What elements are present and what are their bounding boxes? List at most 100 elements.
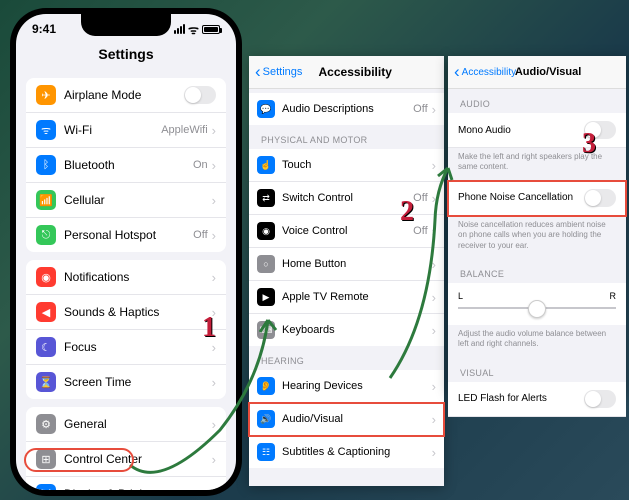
row-label: Bluetooth: [64, 158, 193, 172]
row-home-button[interactable]: ○Home Button›: [249, 248, 444, 281]
row-audio-visual[interactable]: 🔊Audio/Visual›: [249, 403, 444, 436]
balance-l: L: [458, 291, 463, 301]
focus-icon: ☾: [36, 337, 56, 357]
row-notifications[interactable]: ◉ Notifications›: [26, 260, 226, 295]
balance-slider[interactable]: [458, 307, 616, 309]
noise-cancellation-switch[interactable]: [584, 189, 616, 207]
row-label: Apple TV Remote: [282, 291, 432, 303]
row-apple-tv-remote[interactable]: ▶Apple TV Remote›: [249, 281, 444, 314]
mono-audio-row[interactable]: Mono Audio: [448, 113, 626, 148]
iphone-screen: 9:41 ᯤ Settings ✈ Airplane Mode ᯤ Wi-FiAppl…: [16, 14, 236, 490]
row-value: Off: [413, 192, 427, 204]
row-switch-control[interactable]: ⇄Switch ControlOff›: [249, 182, 444, 215]
chevron-icon: ›: [432, 445, 436, 460]
led-flash-row[interactable]: LED Flash for Alerts: [448, 382, 626, 417]
switch[interactable]: [184, 86, 216, 104]
signal-icon: [174, 24, 185, 34]
section-visual: VISUAL: [448, 358, 626, 382]
row-label: Control Center: [64, 452, 212, 466]
hearing-devices-icon: 👂: [257, 377, 275, 395]
row-label: Voice Control: [282, 225, 413, 237]
row-display-brightness[interactable]: AADisplay & Brightness›: [26, 477, 226, 490]
nav-title: Accessibility: [272, 65, 438, 79]
section-audio: AUDIO: [448, 89, 626, 113]
row-sounds-haptics[interactable]: ◀Sounds & Haptics›: [26, 295, 226, 330]
row-screen-time[interactable]: ⏳Screen Time›: [26, 365, 226, 399]
annotation-number-3: 3: [582, 128, 596, 160]
airplane-mode-icon: ✈: [36, 85, 56, 105]
audio-descriptions-icon: 💬: [257, 100, 275, 118]
chevron-icon: ›: [212, 452, 216, 467]
row-keyboards[interactable]: ⌨Keyboards›: [249, 314, 444, 346]
audio-visual-icon: 🔊: [257, 410, 275, 428]
row-value: On: [193, 159, 208, 171]
back-chevron-icon[interactable]: ‹: [454, 62, 460, 82]
row-label: Switch Control: [282, 192, 413, 204]
audio-visual-panel: ‹ Accessibility Audio/Visual AUDIO Mono …: [448, 56, 626, 392]
row-personal-hotspot[interactable]: ⎋Personal HotspotOff›: [26, 218, 226, 252]
row-label: Audio Descriptions: [282, 103, 413, 115]
row-label: Cellular: [64, 193, 212, 207]
settings-group-notifications: ◉Notifications›◀Sounds & Haptics›☾Focus›…: [26, 260, 226, 399]
row-hearing-devices[interactable]: 👂Hearing Devices›: [249, 370, 444, 403]
led-flash-label: LED Flash for Alerts: [458, 393, 547, 404]
bluetooth-icon: ᛒ: [36, 155, 56, 175]
status-indicators: ᯤ: [174, 21, 220, 38]
personal-hotspot-icon: ⎋: [36, 225, 56, 245]
row-cellular[interactable]: 📶Cellular›: [26, 183, 226, 218]
row-label: Airplane Mode: [64, 88, 184, 102]
cellular-icon: 📶: [36, 190, 56, 210]
row-wi-fi[interactable]: ᯤWi-FiAppleWifi›: [26, 113, 226, 148]
chevron-icon: ›: [432, 158, 436, 173]
row-voice-control[interactable]: ◉Voice ControlOff›: [249, 215, 444, 248]
annotation-number-2: 2: [400, 196, 414, 228]
row-label: Notifications: [64, 270, 212, 284]
iphone-frame: 9:41 ᯤ Settings ✈ Airplane Mode ᯤ Wi-FiAppl…: [10, 8, 242, 496]
section-hearing: HEARING: [249, 346, 444, 370]
row-general[interactable]: ⚙General›: [26, 407, 226, 442]
row-label: Wi-Fi: [64, 123, 161, 137]
noise-cancellation-row[interactable]: Phone Noise Cancellation: [448, 181, 626, 216]
subtitles-captioning-icon: ☷: [257, 443, 275, 461]
row-label: Touch: [282, 159, 432, 171]
row-control-center[interactable]: ⊞ Control Center›: [26, 442, 226, 477]
row-subtitles-captioning[interactable]: ☷ Subtitles & Captioning›: [249, 436, 444, 468]
row-value: Off: [413, 225, 427, 237]
row-label: Subtitles & Captioning: [282, 446, 432, 458]
nav-bar: ‹ Accessibility Audio/Visual: [448, 56, 626, 89]
chevron-icon: ›: [432, 379, 436, 394]
chevron-icon: ›: [212, 270, 216, 285]
row-label: Audio/Visual: [282, 413, 432, 425]
chevron-icon: ›: [212, 375, 216, 390]
chevron-icon: ›: [432, 102, 436, 117]
control-center-icon: ⊞: [36, 449, 56, 469]
wi-fi-icon: ᯤ: [36, 120, 56, 140]
status-time: 9:41: [32, 22, 56, 36]
general-icon: ⚙: [36, 414, 56, 434]
row-airplane-mode[interactable]: ✈ Airplane Mode: [26, 78, 226, 113]
led-flash-switch[interactable]: [584, 390, 616, 408]
wifi-icon: ᯤ: [188, 21, 199, 38]
row-focus[interactable]: ☾Focus›: [26, 330, 226, 365]
annotation-number-1: 1: [202, 312, 216, 344]
row-label: Sounds & Haptics: [64, 305, 212, 319]
page-title: Settings: [16, 40, 236, 70]
row-bluetooth[interactable]: ᛒBluetoothOn›: [26, 148, 226, 183]
row-value: Off: [193, 229, 207, 241]
display-brightness-icon: AA: [36, 484, 56, 490]
row-touch[interactable]: ☝Touch›: [249, 149, 444, 182]
row-label: Focus: [64, 340, 212, 354]
screen-time-icon: ⏳: [36, 372, 56, 392]
row-label: Home Button: [282, 258, 432, 270]
row-audio-descriptions[interactable]: 💬 Audio DescriptionsOff ›: [249, 93, 444, 125]
row-label: General: [64, 417, 212, 431]
chevron-icon: ›: [432, 224, 436, 239]
battery-icon: [202, 25, 220, 34]
notifications-icon: ◉: [36, 267, 56, 287]
noise-cancellation-label: Phone Noise Cancellation: [458, 192, 573, 203]
accessibility-panel: ‹ Settings Accessibility 💬Audio Descript…: [249, 56, 444, 486]
chevron-icon: ›: [432, 257, 436, 272]
row-value: AppleWifi: [161, 124, 207, 136]
row-value: Off: [413, 103, 427, 115]
back-chevron-icon[interactable]: ‹: [255, 62, 261, 82]
